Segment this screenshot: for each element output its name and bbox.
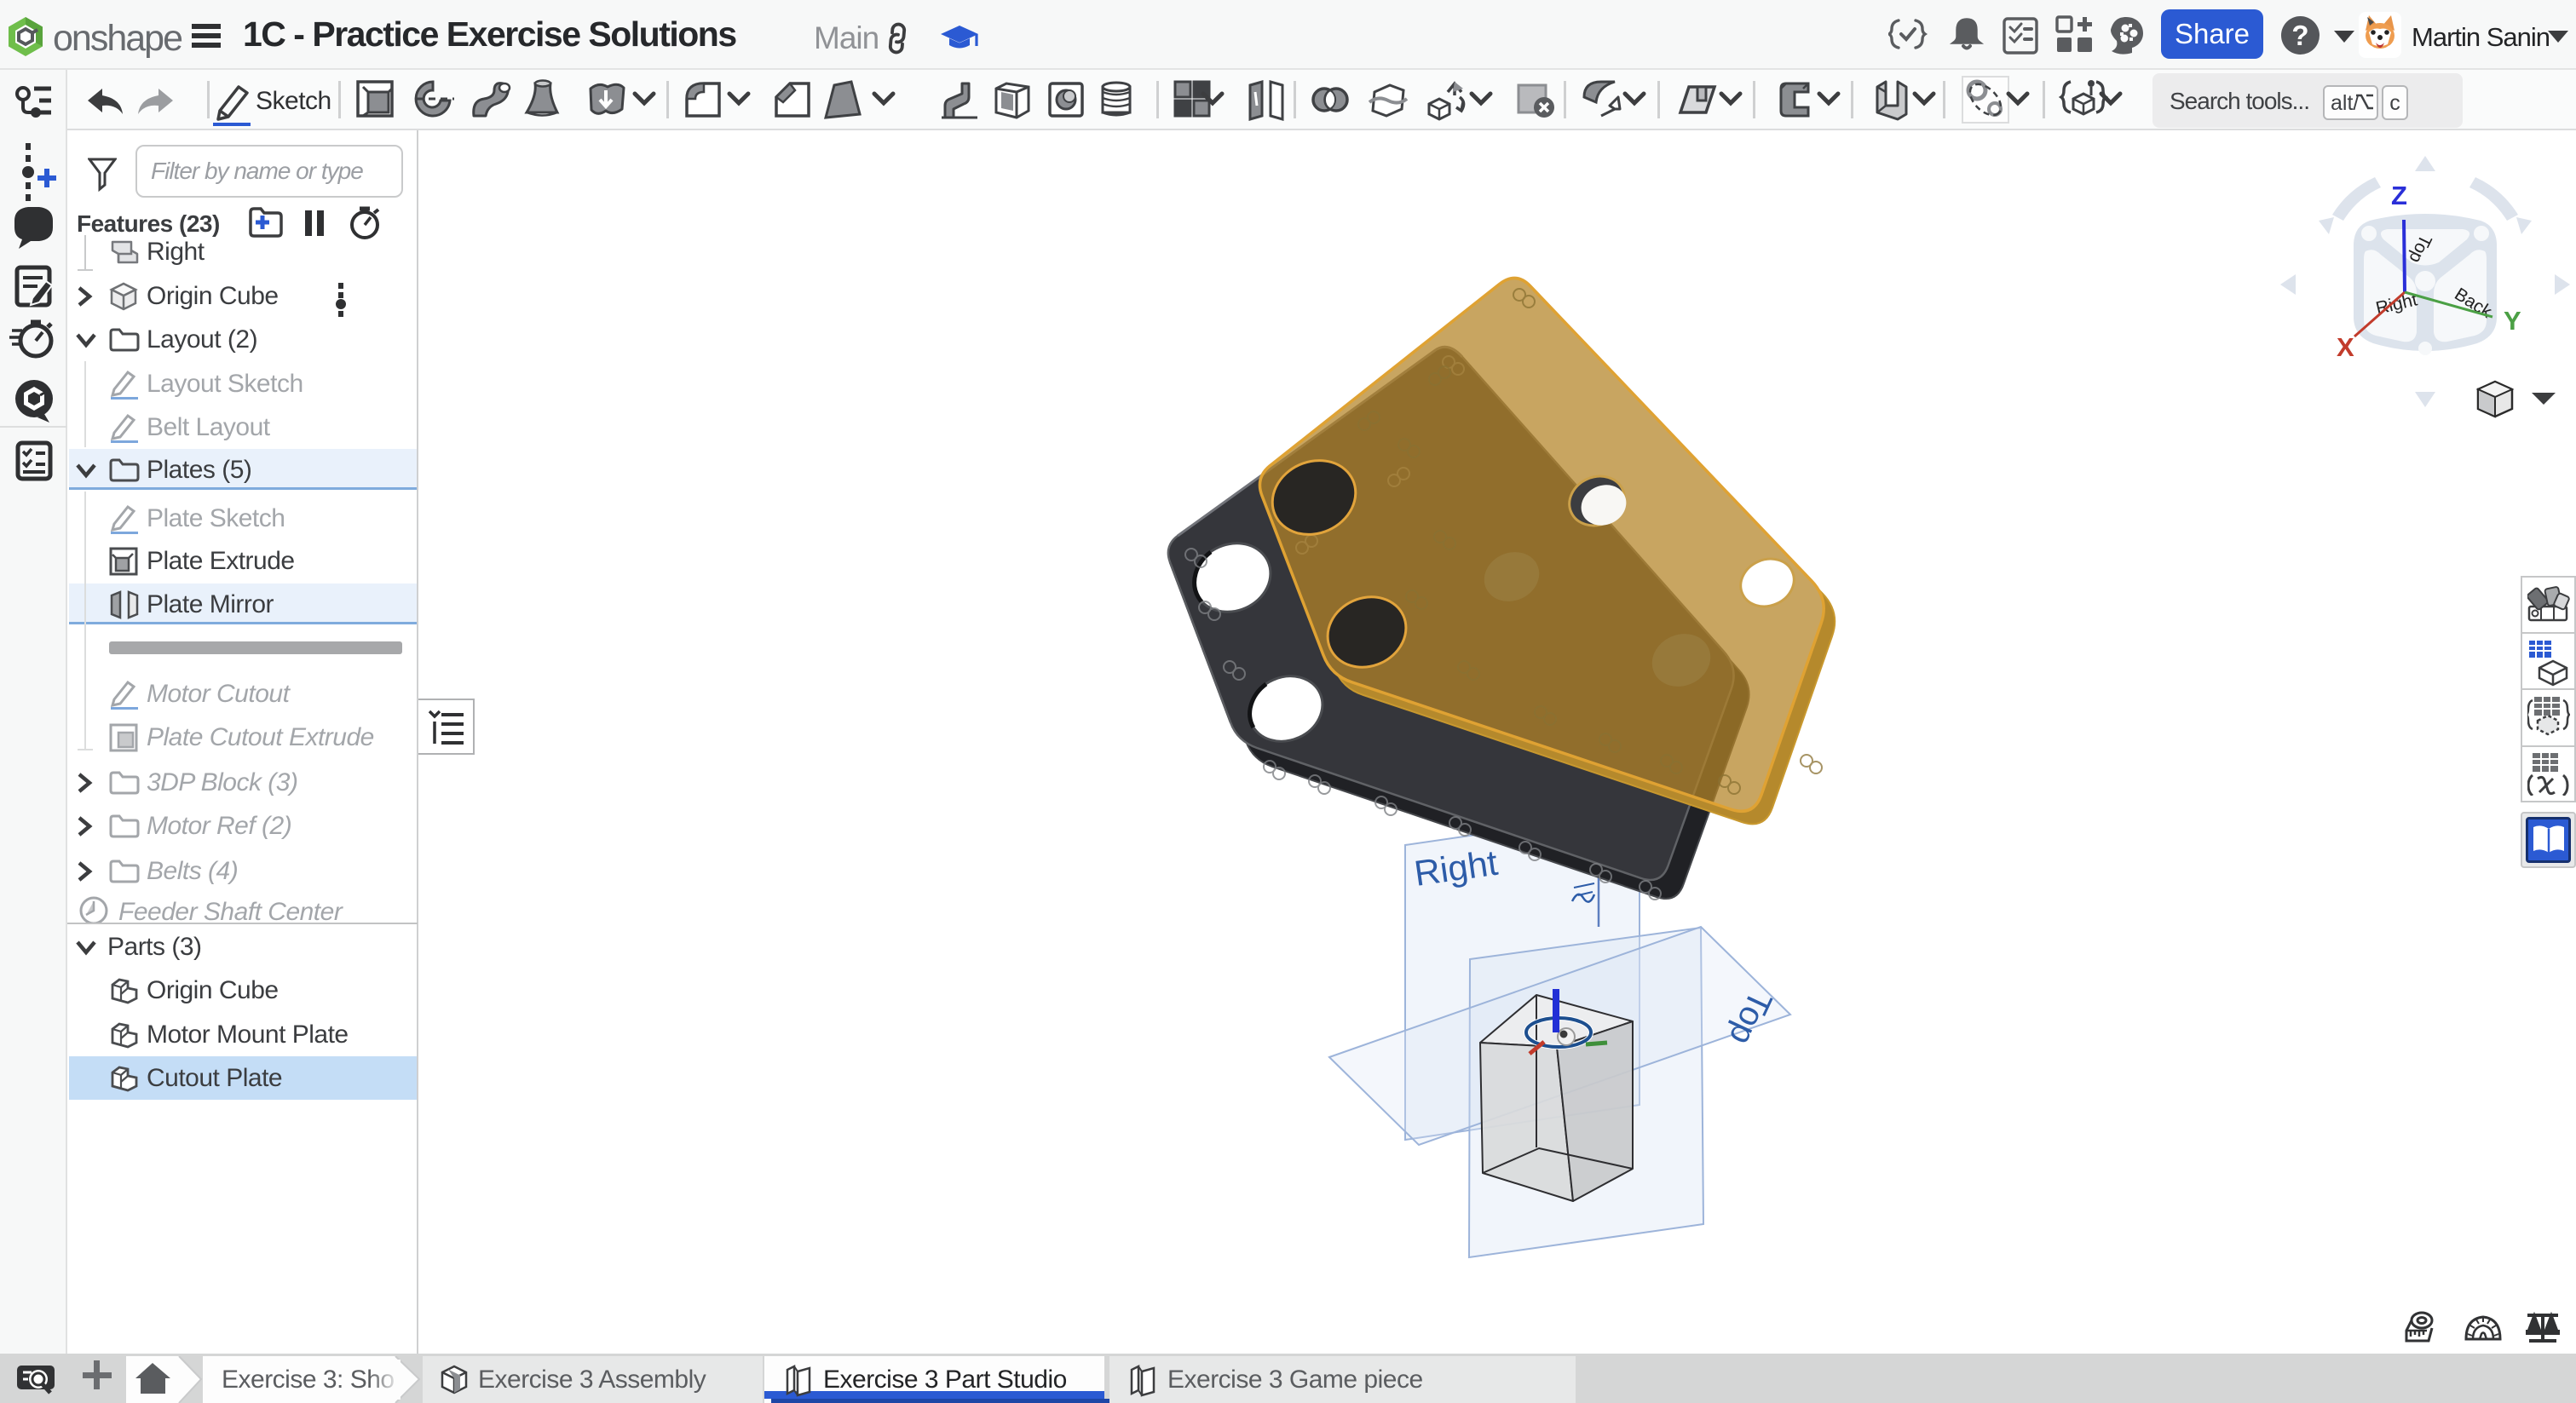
svg-text:onshape: onshape — [53, 18, 182, 59]
svg-text:Sketch: Sketch — [256, 87, 331, 115]
svg-text:X: X — [2337, 332, 2354, 362]
svg-text:Z: Z — [2391, 181, 2407, 210]
svg-text:Exercise 3: Sho: Exercise 3: Sho — [222, 1366, 395, 1394]
svg-text:Y: Y — [2504, 306, 2521, 336]
